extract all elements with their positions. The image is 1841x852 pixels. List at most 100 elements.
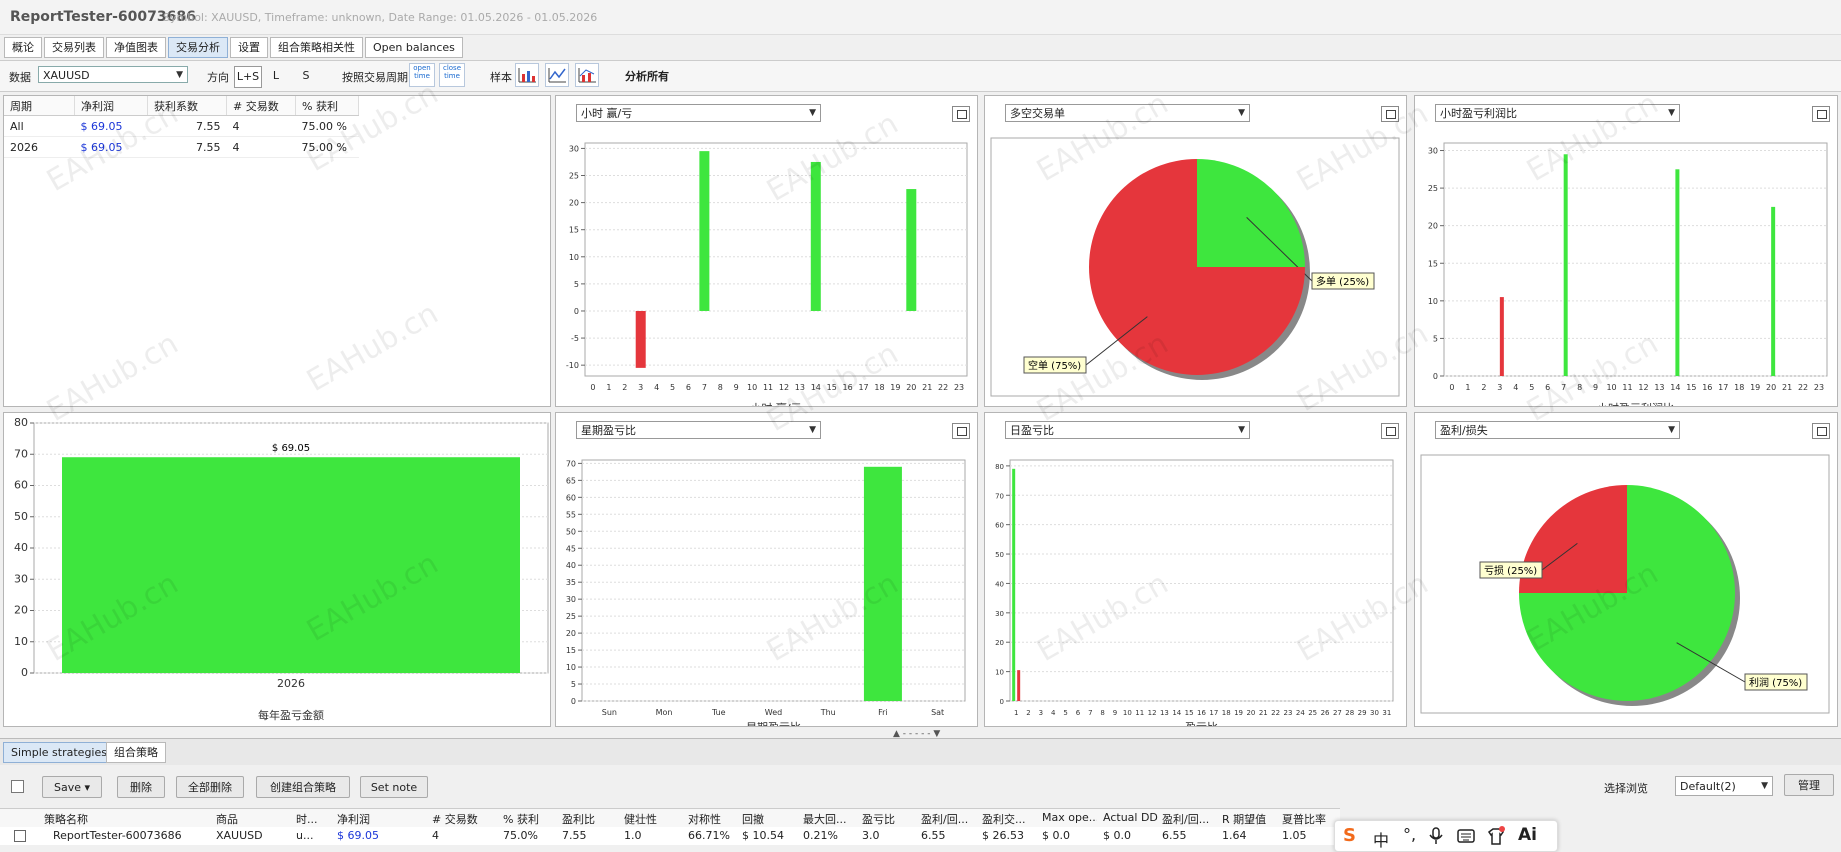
- grid-column-header[interactable]: 盈利比: [562, 811, 617, 827]
- col-net-profit[interactable]: 净利润: [74, 96, 148, 116]
- hourly-chart-select[interactable]: 小时 赢/亏 ▼: [576, 104, 821, 122]
- grid-column-header[interactable]: 最大回...: [803, 811, 858, 827]
- grid-column-header[interactable]: 策略名称: [44, 811, 184, 827]
- long-short-select-value: 多空交易单: [1010, 107, 1065, 120]
- grid-column-header[interactable]: 盈利交...: [982, 811, 1037, 827]
- x-tick-label: 7: [1088, 709, 1092, 717]
- grid-cell: $ 26.53: [982, 829, 1024, 842]
- tab-open-balances[interactable]: Open balances: [365, 37, 463, 58]
- symbol-select[interactable]: XAUUSD ▼: [38, 66, 188, 83]
- hourly-pl-chart-select[interactable]: 小时盈亏利润比 ▼: [1435, 104, 1680, 122]
- stats-header-row: 周期 净利润 获利系数 # 交易数 % 获利: [4, 96, 359, 116]
- tab-correlation[interactable]: 组合策略相关性: [270, 37, 363, 58]
- grid-column-header[interactable]: % 获利: [503, 811, 553, 827]
- grid-column-header[interactable]: # 交易数: [432, 811, 492, 827]
- sample-chart-icon-3[interactable]: [575, 63, 599, 87]
- grid-cell: $ 0.0: [1103, 829, 1131, 842]
- x-tick-label: 22: [1271, 709, 1280, 717]
- ai-icon[interactable]: Ai: [1518, 825, 1537, 845]
- chevron-down-icon: ▼: [1761, 781, 1768, 791]
- long-short-chart-select[interactable]: 多空交易单 ▼: [1005, 104, 1250, 122]
- set-note-button[interactable]: Set note: [360, 776, 428, 798]
- x-tick-label: 21: [922, 383, 932, 392]
- x-tick-label: 9: [1113, 709, 1117, 717]
- maximize-icon[interactable]: [1381, 106, 1399, 122]
- tab-settings[interactable]: 设置: [230, 37, 268, 58]
- maximize-icon[interactable]: [952, 106, 970, 122]
- grid-column-header[interactable]: Actual DD: [1103, 811, 1158, 824]
- zh-icon[interactable]: 中: [1373, 827, 1389, 851]
- maximize-icon[interactable]: [1812, 106, 1830, 122]
- bar: [1012, 468, 1016, 701]
- mic-icon[interactable]: [1428, 827, 1444, 845]
- grid-column-header[interactable]: 商品: [216, 811, 286, 827]
- x-tick-label: 4: [1513, 383, 1518, 392]
- col-profit-factor[interactable]: 获利系数: [147, 96, 227, 116]
- col-period[interactable]: 周期: [4, 96, 75, 116]
- direction-s-button[interactable]: S: [296, 66, 316, 86]
- tab-combo-strategies[interactable]: 组合策略: [106, 742, 166, 763]
- analyze-all-button[interactable]: 分析所有: [625, 68, 669, 84]
- stats-panel: 周期 净利润 获利系数 # 交易数 % 获利 All $ 69.05 7.55 …: [3, 95, 551, 407]
- tab-trade-list[interactable]: 交易列表: [44, 37, 104, 58]
- stats-row[interactable]: 2026 $ 69.05 7.55 4 75.00 %: [4, 136, 359, 158]
- x-tick-label: 18: [1222, 709, 1231, 717]
- pie-label: 多单 (25%): [1316, 275, 1369, 288]
- punct-icon[interactable]: °,: [1403, 825, 1416, 844]
- create-combo-button[interactable]: 创建组合策略: [256, 776, 350, 798]
- col-win-pct[interactable]: % 获利: [295, 96, 359, 116]
- y-tick-label: 25: [569, 172, 579, 181]
- grid-column-header[interactable]: 时...: [296, 811, 331, 827]
- close-time-button[interactable]: close time: [439, 63, 465, 87]
- x-axis-title: 小时 赢/亏: [750, 401, 801, 406]
- x-tick-label: 21: [1259, 709, 1268, 717]
- skin-icon[interactable]: [1486, 826, 1506, 846]
- maximize-icon[interactable]: [1812, 423, 1830, 439]
- sogou-icon[interactable]: S: [1343, 825, 1356, 846]
- grid-column-header[interactable]: 盈利/回...: [1162, 811, 1217, 827]
- weekday-chart-select[interactable]: 星期盈亏比 ▼: [576, 421, 821, 439]
- stats-row[interactable]: All $ 69.05 7.55 4 75.00 %: [4, 115, 359, 137]
- grid-column-header[interactable]: R 期望值: [1222, 811, 1277, 827]
- grid-column-header[interactable]: 对称性: [688, 811, 738, 827]
- tab-simple-strategies[interactable]: Simple strategies: [3, 742, 115, 763]
- grid-column-header[interactable]: 盈利/回...: [921, 811, 976, 827]
- daily-chart-select[interactable]: 日盈亏比 ▼: [1005, 421, 1250, 439]
- manage-button[interactable]: 管理: [1784, 774, 1834, 796]
- grid-column-header[interactable]: 盈亏比: [862, 811, 912, 827]
- keyboard-icon[interactable]: [1457, 828, 1475, 844]
- col-trade-count[interactable]: # 交易数: [226, 96, 296, 116]
- grid-column-header[interactable]: 回撤: [742, 811, 797, 827]
- tab-overview[interactable]: 概论: [4, 37, 42, 58]
- maximize-icon[interactable]: [1381, 423, 1399, 439]
- hourly-pl-panel: 小时盈亏利润比 ▼ 0 5 10 15 20 25 30 0 1 2 3 4 5 6 7 8 9 10 11 12 13 1…: [1414, 95, 1838, 407]
- sample-chart-icon-1[interactable]: [515, 63, 539, 87]
- grid-column-header[interactable]: Max ope...: [1042, 811, 1097, 824]
- view-select[interactable]: Default(2) ▼: [1675, 776, 1773, 796]
- grid-column-header[interactable]: 夏普比率: [1282, 811, 1337, 827]
- grid-cell: 6.55: [1162, 829, 1187, 842]
- tab-trade-analysis[interactable]: 交易分析: [168, 37, 228, 58]
- grid-column-header[interactable]: 净利润: [337, 811, 417, 827]
- delete-button[interactable]: 删除: [117, 776, 165, 798]
- direction-ls-button[interactable]: L+S: [234, 66, 262, 88]
- save-button[interactable]: Save ▾: [42, 776, 102, 798]
- grid-column-header[interactable]: 健壮性: [624, 811, 679, 827]
- grid-cell: 7.55: [562, 829, 587, 842]
- delete-all-button[interactable]: 全部删除: [176, 776, 244, 798]
- x-tick-label: 16: [843, 383, 853, 392]
- y-tick-label: 35: [566, 578, 576, 587]
- cell-period: All: [4, 115, 75, 137]
- strategy-grid-row[interactable]: ReportTester-60073686 XAUUSD u... $ 69.05 4 7…: [0, 827, 1340, 845]
- select-all-checkbox[interactable]: [11, 780, 24, 793]
- profit-loss-chart-select[interactable]: 盈利/损失 ▼: [1435, 421, 1680, 439]
- maximize-icon[interactable]: [952, 423, 970, 439]
- direction-l-button[interactable]: L: [266, 66, 286, 86]
- tab-equity-chart[interactable]: 净值图表: [106, 37, 166, 58]
- sample-chart-icon-2[interactable]: [545, 63, 569, 87]
- row-checkbox[interactable]: [14, 830, 26, 842]
- open-time-button[interactable]: open time: [409, 63, 435, 87]
- x-tick-label: 1: [1465, 383, 1470, 392]
- x-tick-label: 22: [1798, 383, 1808, 392]
- x-tick-label: Sat: [931, 708, 944, 717]
